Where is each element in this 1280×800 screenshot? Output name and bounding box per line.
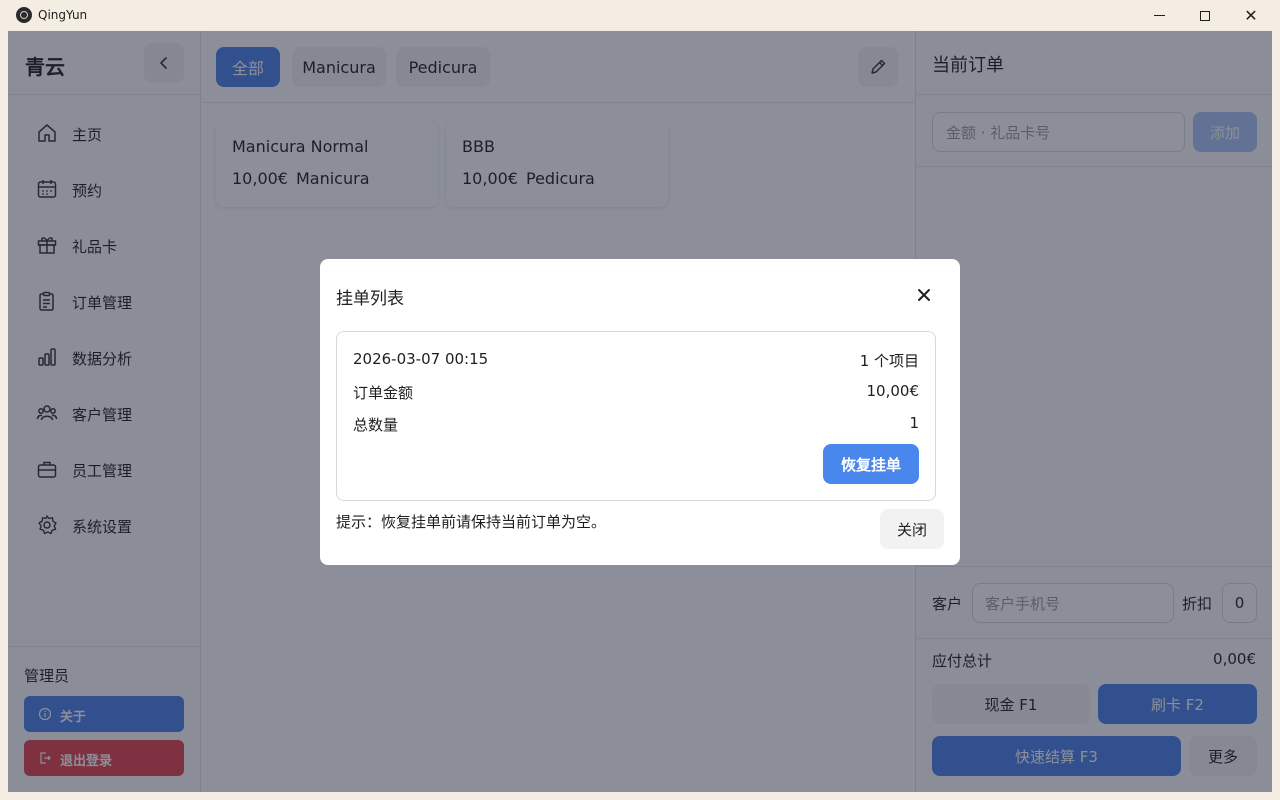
minimize-icon <box>1153 15 1165 16</box>
close-icon <box>918 289 930 301</box>
close-icon: ✕ <box>1244 5 1258 25</box>
amount-value: 10,00€ <box>866 382 920 400</box>
dialog-title: 挂单列表 <box>336 289 404 309</box>
dialog-hint: 提示：恢复挂单前请保持当前订单为空。 <box>336 513 607 531</box>
held-orders-dialog: 挂单列表 2026-03-07 00:15 1 个项目 订单金额 10,00€ … <box>320 259 960 565</box>
window-close-button[interactable]: ✕ <box>1228 0 1274 31</box>
dialog-close-button[interactable] <box>912 283 936 307</box>
held-order-amount-row: 订单金额 10,00€ <box>353 382 919 402</box>
window-title: QingYun <box>38 8 88 22</box>
dialog-dismiss-button[interactable]: 关闭 <box>880 509 944 549</box>
window-titlebar: QingYun ✕ <box>0 0 1280 31</box>
held-order-datetime: 2026-03-07 00:15 <box>353 350 489 368</box>
maximize-button[interactable] <box>1182 0 1228 31</box>
app-logo-icon <box>16 7 32 23</box>
minimize-button[interactable] <box>1136 0 1182 31</box>
maximize-icon <box>1200 10 1210 21</box>
app-root: 青云 主页 预约 礼品卡 订单管理 数据分析 <box>8 31 1272 792</box>
restore-held-order-button[interactable]: 恢复挂单 <box>823 444 919 484</box>
amount-label: 订单金额 <box>353 384 414 402</box>
held-order-qty-row: 总数量 1 <box>353 414 919 434</box>
held-order-card: 2026-03-07 00:15 1 个项目 订单金额 10,00€ 总数量 1… <box>336 331 936 501</box>
quantity-label: 总数量 <box>353 416 399 434</box>
held-order-items-count: 1 个项目 <box>859 352 919 370</box>
held-order-header: 2026-03-07 00:15 1 个项目 <box>353 350 919 370</box>
quantity-value: 1 <box>909 414 919 432</box>
